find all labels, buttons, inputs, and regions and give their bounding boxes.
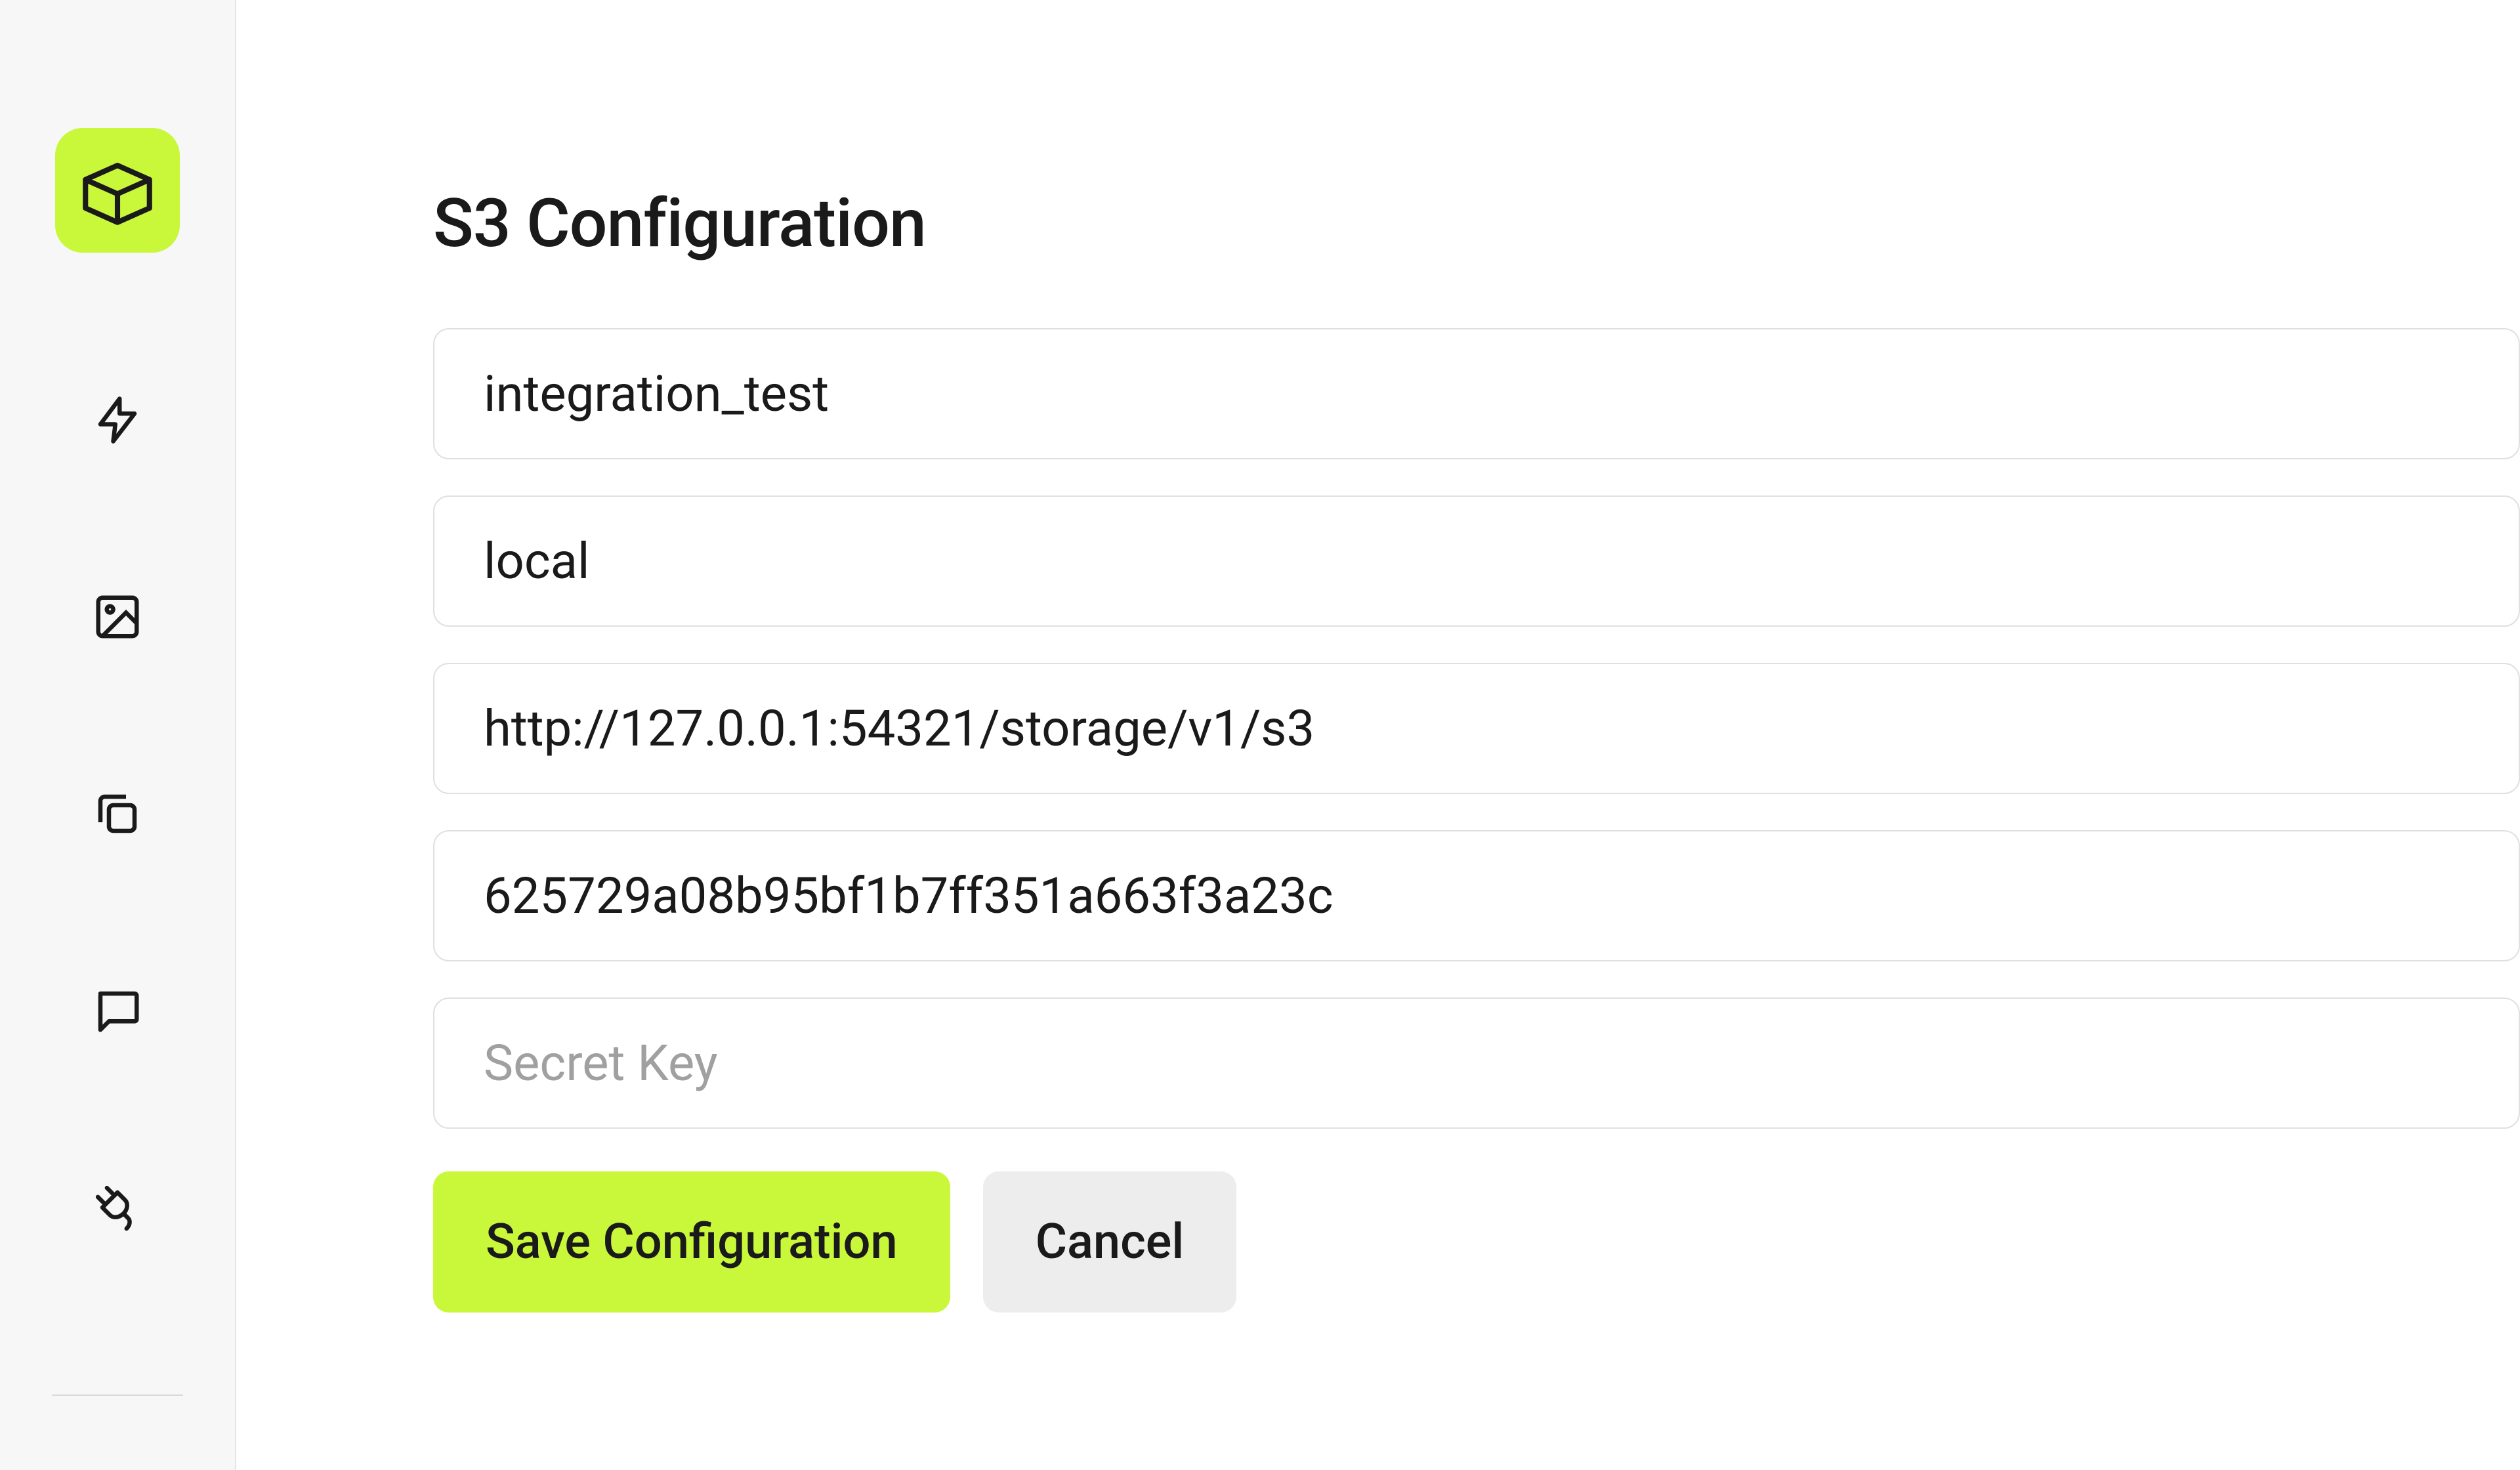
lightning-icon [92,394,143,446]
nav-copy[interactable] [88,784,147,843]
plug-icon [92,1182,143,1233]
bucket-input[interactable] [433,328,2520,459]
button-row: Save Configuration Cancel [433,1171,2520,1312]
nav-icons [52,390,183,1396]
nav-lightning[interactable] [88,390,147,450]
sidebar-divider [52,1395,183,1396]
chat-icon [92,985,143,1036]
nav-image[interactable] [88,587,147,646]
page-title: S3 Configuration [433,184,2520,262]
cube-icon [75,148,160,233]
access-key-input[interactable] [433,830,2520,961]
endpoint-input[interactable] [433,663,2520,794]
copy-icon [92,788,143,839]
image-icon [92,591,143,642]
cancel-button[interactable]: Cancel [983,1171,1237,1312]
nav-chat[interactable] [88,981,147,1040]
main-content: S3 Configuration Save Configuration Canc… [236,0,2520,1470]
secret-key-input[interactable] [433,998,2520,1129]
region-input[interactable] [433,495,2520,627]
nav-plug[interactable] [88,1178,147,1237]
sidebar [0,0,236,1470]
save-button[interactable]: Save Configuration [433,1171,950,1312]
app-logo[interactable] [55,128,180,253]
config-form: Save Configuration Cancel [433,328,2520,1312]
